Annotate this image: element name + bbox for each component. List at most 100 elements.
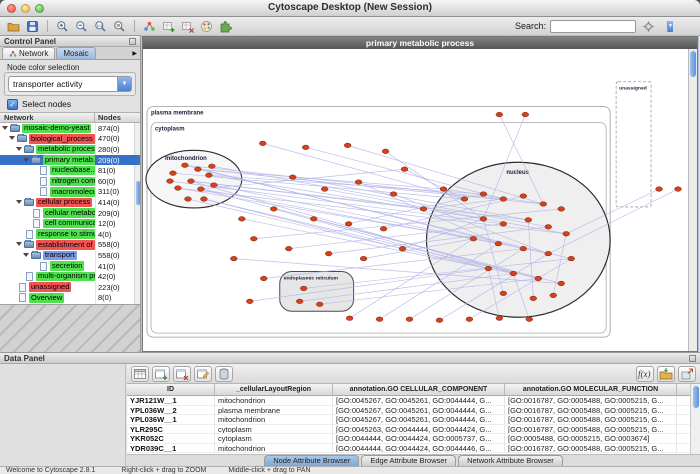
tab-network-attribute-browser[interactable]: Network Attribute Browser <box>458 455 563 466</box>
network-node[interactable] <box>480 217 487 222</box>
column-header-annotation-go-cellular-component[interactable]: annotation.GO CELLULAR_COMPONENT <box>333 384 505 395</box>
network-node[interactable] <box>260 276 267 281</box>
table-row-yjr121w-1[interactable]: YJR121W__1mitochondrion[GO:0045267, GO:0… <box>127 396 700 406</box>
zoom-in-button[interactable] <box>54 18 71 35</box>
network-node[interactable] <box>500 291 507 296</box>
cell-id[interactable]: YPL036W__2 <box>127 406 215 415</box>
network-node[interactable] <box>300 286 307 291</box>
delete-attribute-button[interactable] <box>173 366 191 382</box>
network-node[interactable] <box>182 163 189 168</box>
search-combobox[interactable]: ▼ <box>550 20 636 33</box>
cell-cellularlayoutregion[interactable]: plasma membrane <box>215 406 333 415</box>
network-node[interactable] <box>205 173 212 178</box>
network-node[interactable] <box>289 175 296 180</box>
cell-annotation-go-molecular-function[interactable]: [GO:0016787, GO:0005488, GO:0005215, G..… <box>505 396 677 405</box>
tree-node-label[interactable]: establishment of lo... <box>36 240 95 250</box>
delete-rows-button[interactable] <box>215 366 233 382</box>
cell-annotation-go-cellular-component[interactable]: [GO:0045263, GO:0044444, GO:0044424, G..… <box>333 425 505 434</box>
tree-node-label[interactable]: nitrogen compo... <box>50 177 95 187</box>
network-node[interactable] <box>510 271 517 276</box>
tree-row-secretion[interactable]: secretion41(0) <box>0 261 140 272</box>
network-node[interactable] <box>399 246 406 251</box>
network-node[interactable] <box>200 197 207 202</box>
network-node[interactable] <box>522 112 529 117</box>
tree-collapse-icon[interactable] <box>16 199 23 206</box>
tree-node-label[interactable]: unassigned <box>29 282 71 292</box>
cell-annotation-go-molecular-function[interactable]: [GO:0005488, GO:0005215, GO:0003674] <box>505 434 677 443</box>
tree-column-network[interactable]: Network <box>0 113 95 122</box>
network-node[interactable] <box>500 197 507 202</box>
select-nodes-row[interactable]: ✓ Select nodes <box>0 96 140 112</box>
network-node[interactable] <box>496 112 503 117</box>
network-node[interactable] <box>390 192 397 197</box>
network-node[interactable] <box>185 197 192 202</box>
network-canvas[interactable]: plasma membranecytoplasmmitochondrionnuc… <box>143 49 688 351</box>
network-node[interactable] <box>344 143 351 148</box>
tree-row-biological-process[interactable]: biological_process470(0) <box>0 134 140 145</box>
network-node[interactable] <box>520 194 527 199</box>
network-node[interactable] <box>436 318 443 323</box>
network-node[interactable] <box>401 167 408 172</box>
network-overview-button[interactable] <box>141 18 158 35</box>
tree-node-label[interactable]: cellular metabo... <box>43 208 95 218</box>
column-header-annotation-go-molecular-function[interactable]: annotation.GO MOLECULAR_FUNCTION <box>505 384 677 395</box>
vizmapper-button[interactable] <box>198 18 215 35</box>
network-node[interactable] <box>530 296 537 301</box>
chevron-down-icon[interactable]: ▼ <box>667 21 673 32</box>
cell-annotation-go-cellular-component[interactable]: [GO:0045267, GO:0045261, GO:0044444, G..… <box>333 406 505 415</box>
cell-id[interactable]: YLR295C <box>127 425 215 434</box>
tree-collapse-icon[interactable] <box>2 125 9 132</box>
float-panel-icon[interactable] <box>129 38 136 45</box>
network-node[interactable] <box>675 187 682 192</box>
float-panel-icon[interactable] <box>689 355 696 362</box>
cell-cellularlayoutregion[interactable]: cytoplasm <box>215 425 333 434</box>
network-node[interactable] <box>188 179 195 184</box>
cell-cellularlayoutregion[interactable]: mitochondrion <box>215 396 333 405</box>
tree-row-macromolecule[interactable]: macromolecule...311(0) <box>0 187 140 198</box>
network-node[interactable] <box>656 187 663 192</box>
tree-collapse-icon[interactable] <box>16 241 23 248</box>
network-node[interactable] <box>285 246 292 251</box>
tree-row-unassigned[interactable]: unassigned223(0) <box>0 282 140 293</box>
rename-attribute-button[interactable] <box>194 366 212 382</box>
network-node[interactable] <box>500 222 507 227</box>
tree-row-nitrogen-compo[interactable]: nitrogen compo...60(0) <box>0 176 140 187</box>
tree-node-label[interactable]: cellular process <box>36 198 92 208</box>
cell-cellularlayoutregion[interactable]: mitochondrion <box>215 415 333 424</box>
network-node[interactable] <box>563 231 570 236</box>
title-bar[interactable]: Cytoscape Desktop (New Session) <box>0 0 700 17</box>
network-view-title[interactable]: primary metabolic process <box>143 37 697 49</box>
tree-column-nodes[interactable]: Nodes <box>95 113 140 122</box>
network-node[interactable] <box>558 281 565 286</box>
cell-id[interactable]: YPL036W__1 <box>127 415 215 424</box>
network-node[interactable] <box>376 317 383 322</box>
table-row-ypl036w-2[interactable]: YPL036W__2plasma membrane[GO:0045267, GO… <box>127 406 700 416</box>
save-session-button[interactable] <box>24 18 41 35</box>
tree-row-multi-organism-pro[interactable]: multi-organism pro...42(0) <box>0 271 140 282</box>
table-row-ypl036w-1[interactable]: YPL036W__1mitochondrion[GO:0045267, GO:0… <box>127 415 700 425</box>
tree-collapse-icon[interactable] <box>16 146 23 153</box>
plugins-button[interactable] <box>217 18 234 35</box>
network-node[interactable] <box>526 317 533 322</box>
formula-builder-button[interactable]: f(x) <box>636 366 654 382</box>
tab-network[interactable]: Network <box>2 47 55 59</box>
import-attributes-button[interactable] <box>657 366 675 382</box>
network-node[interactable] <box>250 236 257 241</box>
search-settings-button[interactable] <box>640 18 657 35</box>
network-node[interactable] <box>238 217 245 222</box>
tab-edge-attribute-browser[interactable]: Edge Attribute Browser <box>361 455 456 466</box>
network-node[interactable] <box>470 236 477 241</box>
network-node[interactable] <box>198 187 205 192</box>
network-node[interactable] <box>485 266 492 271</box>
tree-node-label[interactable]: mosaic-demo-yeast <box>22 124 91 134</box>
tree-row-establishment-of-lo[interactable]: establishment of lo...558(0) <box>0 240 140 251</box>
cell-cellularlayoutregion[interactable]: cytoplasm <box>215 434 333 443</box>
network-node[interactable] <box>520 246 527 251</box>
network-node[interactable] <box>525 218 532 223</box>
tab-overflow-arrow[interactable]: ▶ <box>132 50 140 59</box>
create-attribute-button[interactable] <box>152 366 170 382</box>
network-node[interactable] <box>440 187 447 192</box>
network-node[interactable] <box>325 251 332 256</box>
network-node[interactable] <box>496 316 503 321</box>
tree-node-label[interactable]: cell communica... <box>43 219 95 229</box>
